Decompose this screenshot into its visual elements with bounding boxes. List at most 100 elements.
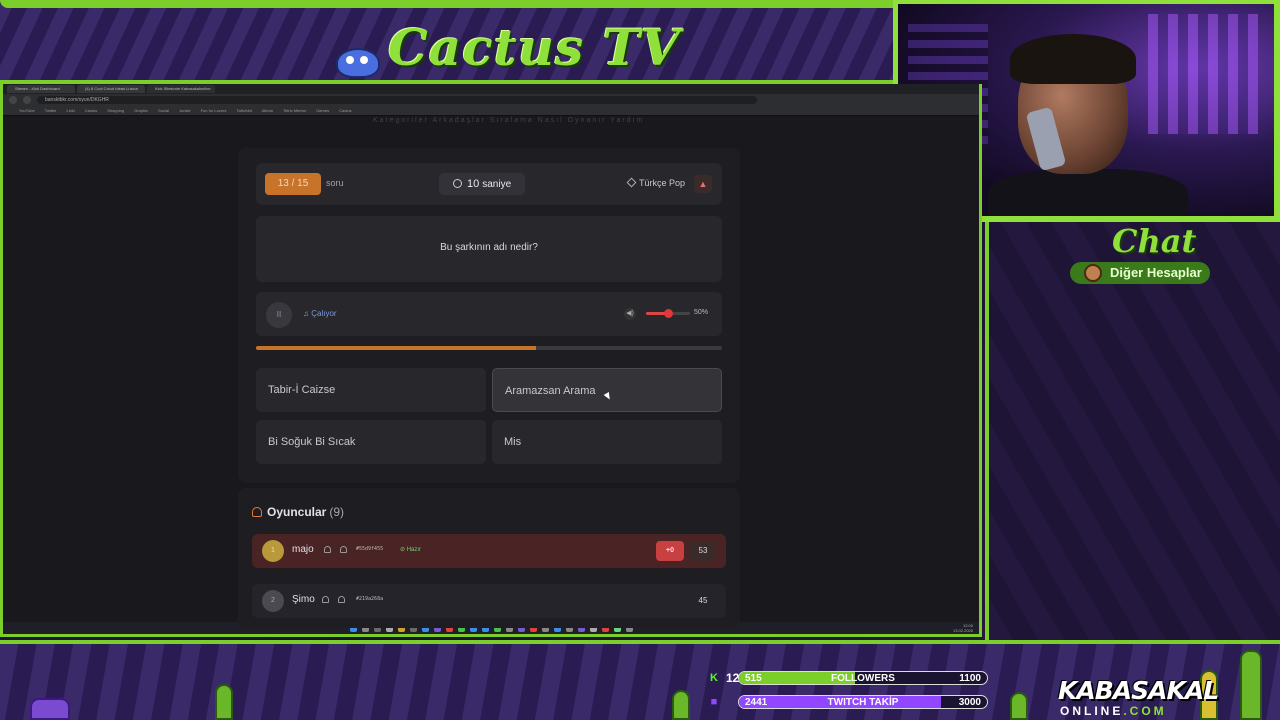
brand-logo-sub: ONLINE.COM [1060,704,1167,718]
timer-unit: saniye [482,179,512,190]
clock-date: 13.02.2025 [952,628,973,633]
scrollbar[interactable] [980,117,982,447]
playback-status: ♫ Çalıyor [303,309,337,318]
cactus-icon [1010,692,1028,720]
volume-knob[interactable] [664,309,673,318]
report-button[interactable]: ▲ [694,175,712,193]
tag-icon [626,177,637,188]
goal-label: TWITCH TAKİP [827,697,899,708]
chat-panel [985,222,1280,642]
taskbar-clock: 12:00 13.02.2025 [953,623,973,633]
kick-icon: K [710,672,718,684]
bookmark-item[interactable]: Junkie [179,106,191,115]
chat-subtitle: Diğer Hesaplar [1070,262,1210,284]
pause-button[interactable]: II [266,302,292,328]
twitch-icon: ■ [710,696,718,708]
user-add-icon[interactable] [338,596,345,603]
url-input[interactable]: bansktbkr.com/oyun/DKGHR [37,96,757,104]
users-icon [252,507,262,517]
goal-target: 3000 [958,697,981,708]
bookmark-item[interactable]: Tetrix Mentor [283,106,306,115]
stream-overlay: Cactus TV Chat Diğer Hesaplar K 12 515 F… [0,0,1280,720]
volume-percent: 50% [694,309,709,316]
players-count: (9) [329,505,345,519]
bookmark-item[interactable]: Cactus [339,106,351,115]
channel-logo: Cactus TV [388,18,681,77]
bookmark-item[interactable]: Album [262,106,273,115]
player-color: #219a268a [356,596,384,602]
bookmark-item[interactable]: YouTube [19,106,35,115]
cactus-icon [1240,650,1262,720]
browser-tab[interactable]: (4) 8 Cool Cricut Ideas Lusion [77,85,145,93]
rank-badge: 1 [262,540,284,562]
category-tag: Türkçe Pop [626,177,686,188]
bookmark-item[interactable]: Fun for Lovers [201,106,227,115]
user-add-icon[interactable] [340,546,347,553]
chat-subtitle-label: Diğer Hesaplar [1110,265,1202,280]
timer-value: 10 [467,178,480,190]
volume-icon[interactable]: ◀) [624,308,636,320]
players-title-label: Oyuncular [267,505,327,519]
bookmark-item[interactable]: Linki [67,106,75,115]
bookmark-item[interactable]: Shopping [107,106,124,115]
back-icon[interactable] [9,96,17,104]
question-word: soru [326,178,344,188]
twitch-goal: ■ 2441 TWITCH TAKİP 3000 [706,694,988,710]
progress-fill [256,346,536,350]
bookmark-item[interactable]: Cactus [85,106,97,115]
category-label: Türkçe Pop [639,178,686,188]
player-name: majo [292,544,314,555]
player-row: 1 majo #55d9f455 ⊘ Hazır +0 53 [252,534,726,568]
brand-sub-left: ONLINE [1060,704,1124,718]
answer-option[interactable]: Aramazsan Arama [492,368,722,412]
mascot-icon [336,48,380,78]
volume-slider[interactable] [646,309,690,318]
answer-option[interactable]: Mis [492,420,722,464]
chat-title: Chat [1112,222,1197,260]
answer-option[interactable]: Tabir-İ Caizse [256,368,486,412]
bookmarks-bar: YouTube Twitter Linki Cactus Shopping Graphic… [3,106,979,116]
rank-badge: 2 [262,590,284,612]
question-counter: 13 / 15 [265,173,321,195]
browser-tab[interactable]: Stream - Kick Dashboard [7,85,75,93]
page-nav: Kategoriler Arkadaşlar Sıralama Nasıl Oy… [373,117,645,124]
goal-bar: 2441 TWITCH TAKİP 3000 [738,695,988,709]
player-score: 53 [690,541,716,561]
address-bar: bansktbkr.com/oyun/DKGHR [3,94,979,106]
song-progress [256,346,722,350]
avatar-icon [1084,264,1102,282]
rgb-light [1148,14,1258,134]
ready-status: ⊘ Hazır [400,547,422,553]
timer: 10 saniye [439,173,525,195]
user-icon [322,596,329,603]
goal-target: 1100 [959,673,981,684]
player-row: 2 Şimo #219a268a 45 [252,584,726,618]
answer-option[interactable]: Bi Soğuk Bi Sıcak [256,420,486,464]
bookmark-item[interactable]: Games [316,106,329,115]
brand-logo: KABASAKAL [1058,676,1219,705]
cactus-icon [215,684,233,720]
goal-bar: 515 FOLLOWERS 1100 [738,671,988,685]
clock-icon [453,179,462,188]
browser-tab[interactable]: Kick Sitesinde Kabasakalonline [147,85,215,93]
player-name: Şimo [292,594,315,605]
bookmark-item[interactable]: Graphic [134,106,148,115]
player-score: 45 [698,596,708,605]
bookmark-item[interactable]: Social [158,106,169,115]
streamer-hair [1010,34,1136,84]
followers-goal: K 12 515 FOLLOWERS 1100 [706,670,988,686]
bookmark-item[interactable]: Twitchkit [236,106,251,115]
reload-icon[interactable] [23,96,31,104]
bookmark-item[interactable]: Twitter [45,106,57,115]
mascot-icon [30,698,70,720]
brand-sub-right: .COM [1123,704,1167,718]
player-color: #55d9f455 [356,546,384,552]
streamer-body [988,169,1188,216]
cactus-icon [672,690,690,720]
user-icon [324,546,331,553]
goal-label: FOLLOWERS [831,673,895,684]
question-text: Bu şarkının adı nedir? [440,242,538,253]
score-delta: +0 [656,541,684,561]
browser-tabs: Stream - Kick Dashboard (4) 8 Cool Cricu… [3,84,979,94]
players-title: Oyuncular (9) [252,505,344,519]
